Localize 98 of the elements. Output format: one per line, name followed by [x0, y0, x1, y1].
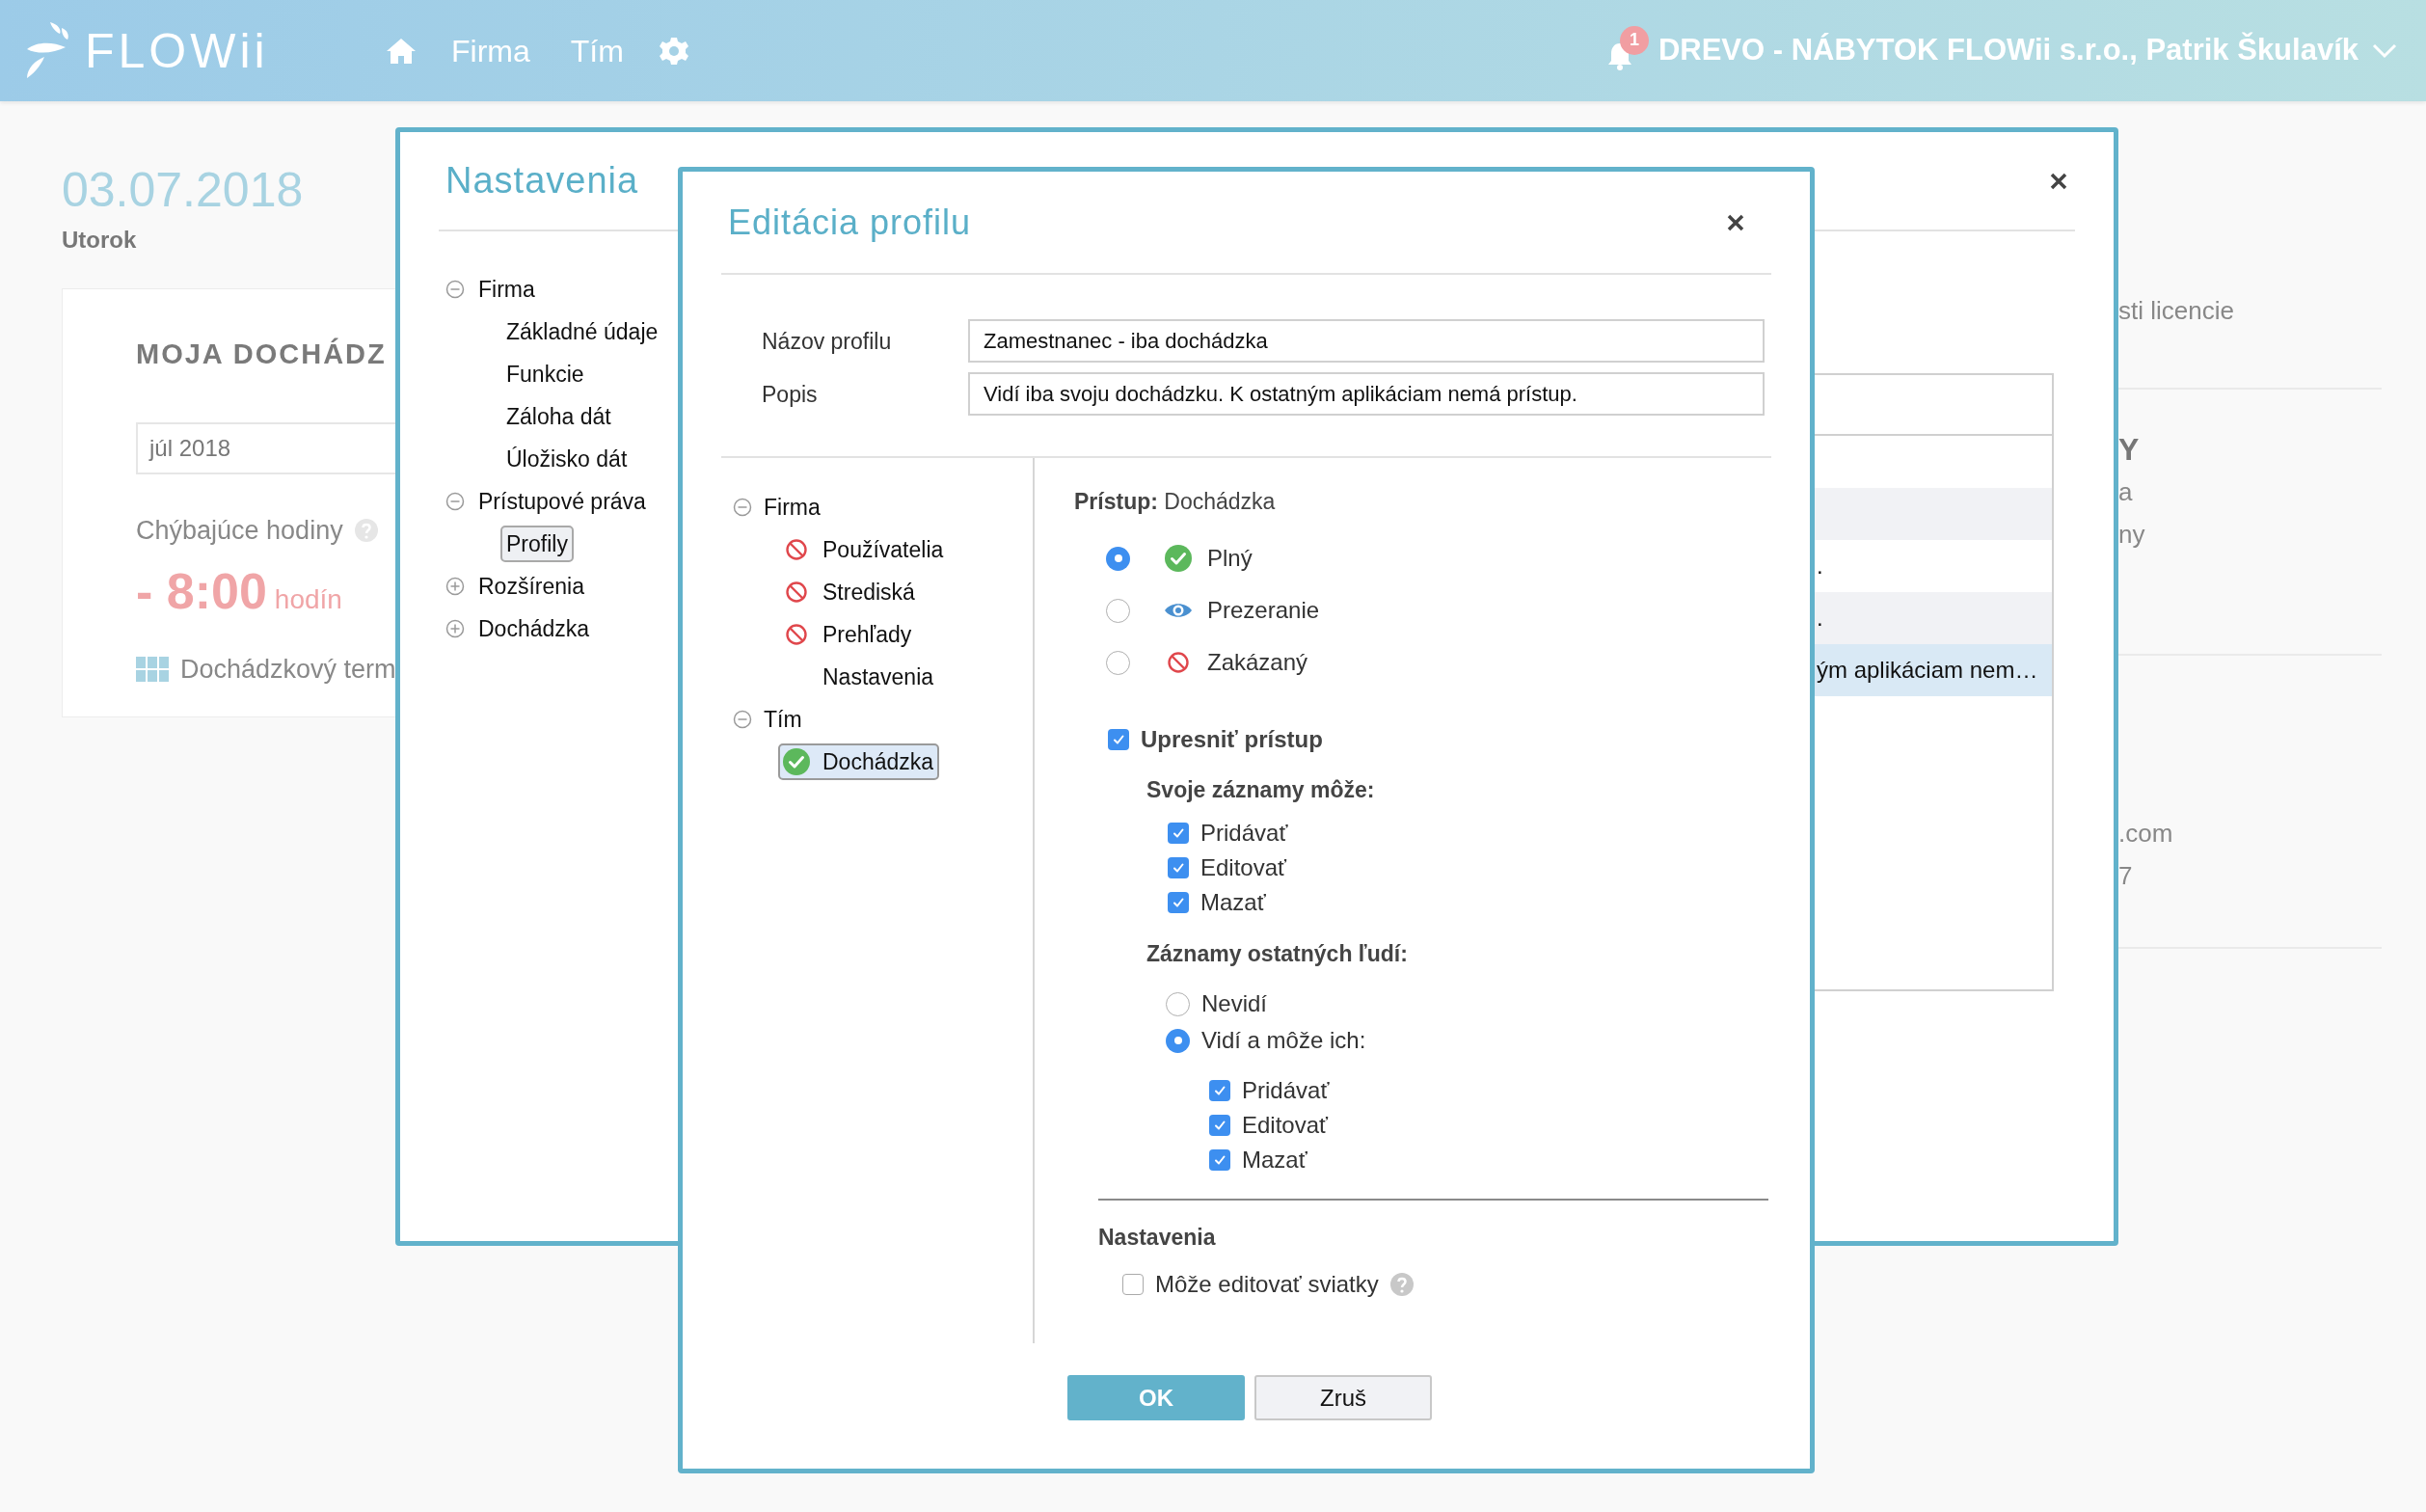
tree-item[interactable]: Úložisko dát [506, 442, 628, 476]
expand-icon[interactable] [445, 619, 465, 638]
grid-icon [136, 657, 169, 683]
tree-item[interactable]: Profily [500, 525, 574, 563]
text-field[interactable]: Vidí iba svoju dochádzku. K ostatným aplikáciam nemá prístup. [968, 372, 1765, 416]
info-text: 7 [2118, 860, 2134, 892]
checkbox[interactable] [1209, 1080, 1230, 1101]
logo-text: FLOWii [85, 26, 269, 75]
tree-item[interactable]: Dochádzka [778, 743, 940, 780]
checkbox[interactable] [1122, 1274, 1144, 1295]
checkbox[interactable] [1209, 1149, 1230, 1171]
check-icon [1213, 1119, 1226, 1132]
help-icon[interactable] [1389, 1273, 1414, 1296]
prohibited-icon [1167, 651, 1190, 674]
checkbox-label: Upresniť prístup [1141, 725, 1323, 754]
info-text: sti licencie [2118, 295, 2235, 327]
check-icon [1112, 733, 1125, 746]
collapse-icon[interactable] [445, 492, 465, 511]
section-label: Svoje záznamy môže: [1146, 775, 1376, 804]
tree-item[interactable]: Funkcie [506, 357, 584, 392]
radio-label: Zakázaný [1207, 648, 1308, 677]
close-icon[interactable] [1727, 213, 1744, 231]
expand-icon[interactable] [445, 577, 465, 596]
collapse-icon[interactable] [445, 280, 465, 299]
prohibited-icon [785, 580, 808, 604]
check-icon [1172, 896, 1185, 909]
checkbox-label: Editovať [1200, 853, 1287, 882]
weekday: Utorok [62, 226, 137, 255]
info-text: ny [2118, 519, 2146, 551]
checkbox-label: Editovať [1242, 1111, 1329, 1140]
section-heading: Y [2118, 431, 2141, 469]
check-icon [1172, 826, 1185, 840]
checkbox-label: Môže editovať sviatky [1155, 1270, 1379, 1299]
terminal-link[interactable]: Dochádzkový term [180, 650, 396, 689]
check-icon [1172, 861, 1185, 875]
check-circle-icon [783, 748, 810, 775]
check-icon [1213, 1153, 1226, 1167]
checkbox[interactable] [1168, 892, 1189, 913]
section-label: Záznamy ostatných ľudí: [1146, 939, 1409, 968]
chevron-down-icon[interactable] [2372, 42, 2397, 59]
table-cell-text: ým aplikáciam nem… [1817, 656, 2038, 685]
missing-hours-value: - 8:00 [136, 562, 267, 621]
settings-icon[interactable] [658, 35, 689, 67]
radio-label: Vidí a môže ich: [1201, 1026, 1366, 1055]
tree-item[interactable]: Tím [764, 702, 802, 737]
checkbox[interactable] [1168, 823, 1189, 844]
tree-item[interactable]: Rozšírenia [478, 569, 584, 604]
tree-item[interactable]: Firma [764, 490, 821, 525]
radio-button[interactable] [1106, 598, 1130, 623]
info-text: a [2118, 476, 2134, 508]
missing-hours-label: Chýbajúce hodiny [136, 514, 343, 547]
prohibited-icon [785, 538, 808, 561]
eye-icon [1164, 601, 1193, 620]
field-label: Popis [762, 381, 819, 409]
tree-item[interactable]: Prehľady [778, 616, 918, 653]
text-field[interactable]: Zamestnanec - iba dochádzka [968, 319, 1765, 363]
tree-item[interactable]: Základné údaje [506, 314, 659, 349]
tree-item[interactable]: Dochádzka [478, 611, 590, 646]
tree-item[interactable]: Strediská [778, 574, 921, 610]
dialog-title: Nastavenia [445, 159, 639, 202]
tree-item[interactable]: Nastavenia [778, 659, 940, 695]
close-icon[interactable] [2050, 172, 2067, 190]
radio-label: Prezeranie [1207, 596, 1320, 625]
cancel-button[interactable]: Zruš [1254, 1375, 1432, 1420]
checkbox-label: Mazať [1242, 1146, 1307, 1174]
table-cell-text: . [1817, 604, 1823, 633]
checkbox-label: Pridávať [1200, 819, 1288, 848]
checkbox-label: Mazať [1200, 888, 1266, 917]
home-icon[interactable] [386, 36, 417, 66]
field-label: Názov profilu [762, 328, 893, 356]
table-cell-text: . [1817, 552, 1823, 580]
checkbox-label: Pridávať [1242, 1076, 1330, 1105]
hours-unit: hodín [274, 583, 342, 616]
radio-button[interactable] [1166, 991, 1190, 1016]
tree-item[interactable]: Prístupové práva [478, 484, 646, 519]
dialog-title: Editácia profilu [728, 201, 972, 244]
radio-button[interactable] [1166, 1028, 1190, 1053]
checkbox[interactable] [1209, 1115, 1230, 1136]
tree-item[interactable]: Firma [478, 272, 535, 307]
radio-button[interactable] [1106, 546, 1130, 571]
radio-button[interactable] [1106, 650, 1130, 675]
check-icon [1213, 1084, 1226, 1097]
radio-label: Plný [1207, 544, 1253, 573]
tree-item[interactable]: Záloha dát [506, 399, 611, 434]
collapse-icon[interactable] [733, 498, 752, 517]
prohibited-icon [785, 623, 808, 646]
check-circle-icon [1165, 545, 1192, 572]
access-heading: Prístup: Dochádzka [1074, 487, 1277, 516]
radio-label: Nevidí [1201, 989, 1268, 1018]
tree-item[interactable]: Používatelia [778, 531, 950, 568]
checkbox[interactable] [1168, 857, 1189, 878]
info-text: .com [2118, 818, 2174, 850]
collapse-icon[interactable] [733, 710, 752, 729]
section-label: Nastavenia [1097, 1223, 1217, 1252]
notification-badge: 1 [1619, 25, 1649, 55]
date: 03.07.2018 [62, 162, 304, 219]
card-title: MOJA DOCHÁDZ [136, 337, 387, 371]
checkbox[interactable] [1108, 729, 1129, 750]
